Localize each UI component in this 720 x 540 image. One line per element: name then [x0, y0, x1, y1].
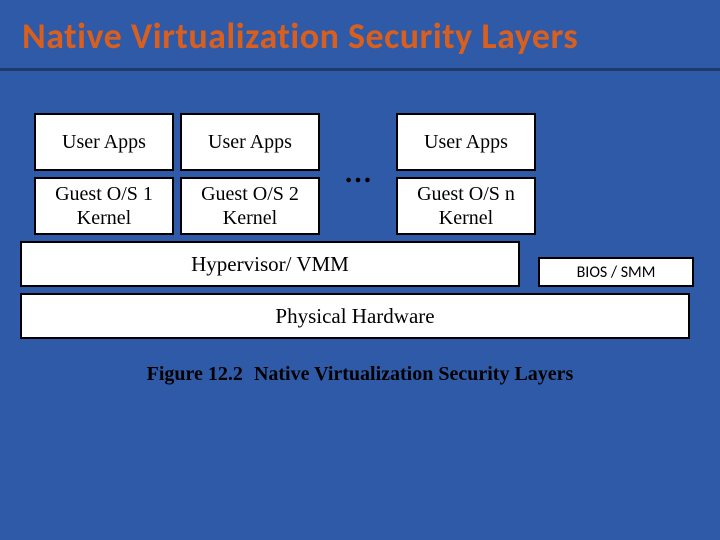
guest-kernel-box: Guest O/S n Kernel — [396, 177, 536, 235]
kernel-line1: Guest O/S n — [417, 182, 515, 206]
guest-kernel-box: Guest O/S 2 Kernel — [180, 177, 320, 235]
bios-smm-box: BIOS / SMM — [538, 257, 694, 287]
physical-row: Physical Hardware — [20, 293, 700, 339]
virtualization-diagram: User Apps Guest O/S 1 Kernel User Apps G… — [20, 113, 700, 386]
guest-kernel-box: Guest O/S 1 Kernel — [34, 177, 174, 235]
figure-caption: Figure 12.2 Native Virtualization Securi… — [20, 363, 700, 386]
hypervisor-box: Hypervisor/ VMM — [20, 241, 520, 287]
hypervisor-row: Hypervisor/ VMM BIOS / SMM — [20, 241, 700, 287]
guest-vm-1: User Apps Guest O/S 1 Kernel — [34, 113, 174, 235]
kernel-line2: Kernel — [201, 206, 299, 230]
spacer — [0, 71, 720, 113]
guest-vm-2: User Apps Guest O/S 2 Kernel — [180, 113, 320, 235]
guest-vm-row: User Apps Guest O/S 1 Kernel User Apps G… — [20, 113, 700, 235]
kernel-line1: Guest O/S 1 — [55, 182, 153, 206]
user-apps-box: User Apps — [180, 113, 320, 171]
kernel-line2: Kernel — [417, 206, 515, 230]
ellipsis-icon: … — [332, 113, 386, 235]
kernel-line2: Kernel — [55, 206, 153, 230]
slide-title: Native Virtualization Security Layers — [0, 0, 720, 64]
user-apps-box: User Apps — [396, 113, 536, 171]
spacer — [20, 113, 34, 235]
physical-hardware-box: Physical Hardware — [20, 293, 690, 339]
figure-title: Native Virtualization Security Layers — [254, 363, 573, 385]
figure-number: Figure 12.2 — [147, 363, 243, 385]
kernel-line1: Guest O/S 2 — [201, 182, 299, 206]
user-apps-box: User Apps — [34, 113, 174, 171]
guest-vm-n: User Apps Guest O/S n Kernel — [396, 113, 536, 235]
